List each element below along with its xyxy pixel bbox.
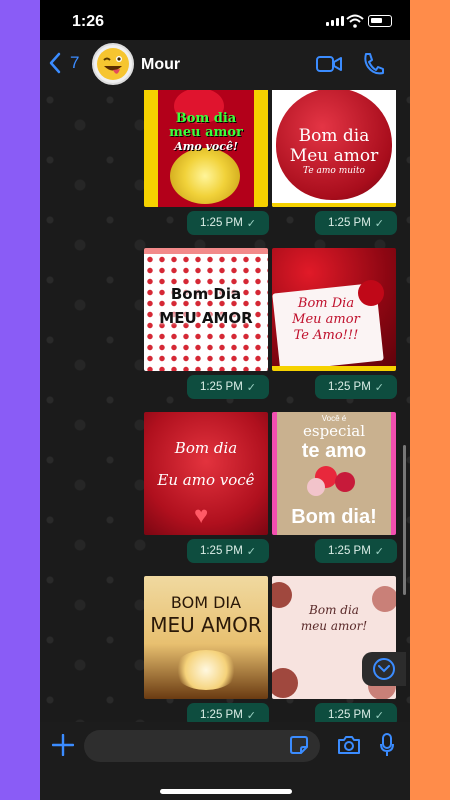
- image-caption: Bom Dia MEU AMOR: [144, 282, 268, 330]
- caption-line: MEU AMOR: [159, 309, 253, 327]
- message-timestamp: 1:25 PM ✓: [315, 375, 397, 399]
- delivered-check-icon: ✓: [374, 217, 385, 230]
- time-text: 1:25 PM: [199, 381, 243, 393]
- caption-line: BOM DIA: [170, 593, 242, 612]
- chat-header: 7 Mour: [40, 40, 410, 90]
- caption-line: Te Amo!!!: [293, 328, 359, 343]
- caption-line: Amo você!: [174, 140, 238, 153]
- camera-icon[interactable]: [337, 735, 361, 755]
- caption-line: te amo: [301, 440, 367, 462]
- caption-line: meu amor: [169, 125, 243, 140]
- unread-count: 7: [70, 53, 80, 72]
- heart-icon: ♥: [194, 502, 209, 529]
- hands-heart-image: [174, 650, 238, 690]
- message-timestamp: 1:25 PM ✓: [187, 703, 269, 722]
- status-bar: 1:26: [40, 0, 410, 40]
- balloon-image: [335, 472, 355, 492]
- image-message[interactable]: Bom Dia MEU AMOR: [144, 248, 268, 371]
- image-caption: Bom Dia Meu amor Te Amo!!!: [272, 296, 388, 344]
- image-caption: Bom dia meu amor Amo você!: [144, 112, 268, 154]
- message-row: Bom dia Eu amo você ♥ 1:25 PM ✓ Você é es…: [144, 412, 397, 576]
- contact-name[interactable]: Mour: [141, 56, 180, 74]
- caption-line: Bom Dia: [297, 296, 355, 311]
- caption-line: MEU AMOR: [150, 613, 262, 637]
- image-message[interactable]: Bom Dia Meu amor Te Amo!!!: [272, 248, 396, 371]
- flower-image: [272, 668, 298, 698]
- time-text: 1:25 PM: [199, 217, 243, 229]
- avatar[interactable]: [92, 43, 134, 85]
- bottom-border: [272, 366, 396, 371]
- caption-line: Meu amor: [289, 146, 379, 166]
- message-timestamp: 1:25 PM ✓: [187, 539, 269, 563]
- time-text: 1:25 PM: [327, 709, 371, 721]
- sticker-icon[interactable]: [290, 736, 308, 754]
- scroll-down-icon: [373, 658, 395, 680]
- input-bar: [40, 722, 410, 800]
- time-text: 1:25 PM: [199, 709, 243, 721]
- image-message[interactable]: BOM DIA MEU AMOR: [144, 576, 268, 699]
- cellular-signal-icon: [326, 16, 344, 26]
- delivered-check-icon: ✓: [374, 545, 385, 558]
- caption-line: Meu amor: [292, 312, 360, 327]
- image-caption: Bom dia Eu amo você: [144, 432, 268, 496]
- message-grid: Bom dia meu amor Amo você! 1:25 PM ✓ Bom …: [144, 90, 397, 722]
- phone-screen: 1:26 7 Mour Bom dia meu amor Amo você! 1…: [40, 0, 410, 800]
- balloon-image: [307, 478, 325, 496]
- delivered-check-icon: ✓: [246, 217, 257, 230]
- time-text: 1:25 PM: [327, 545, 371, 557]
- delivered-check-icon: ✓: [246, 381, 257, 394]
- bottom-border: [272, 203, 396, 207]
- image-message[interactable]: Bom dia meu amor Amo você!: [144, 90, 268, 207]
- message-timestamp: 1:25 PM ✓: [315, 211, 397, 235]
- message-input[interactable]: [84, 730, 320, 762]
- image-caption: Bom dia meu amor!: [272, 602, 396, 634]
- image-message[interactable]: Você é especial te amo Bom dia!: [272, 412, 396, 535]
- plus-icon[interactable]: [52, 734, 74, 756]
- status-time: 1:26: [72, 13, 105, 30]
- time-text: 1:25 PM: [327, 381, 371, 393]
- message-timestamp: 1:25 PM ✓: [315, 703, 397, 722]
- scroll-down-button[interactable]: [362, 652, 406, 686]
- winking-face-icon: [97, 48, 129, 80]
- caption-line: Bom dia: [174, 439, 238, 457]
- back-chevron-icon: [49, 52, 61, 74]
- battery-icon: [368, 15, 392, 27]
- delivered-check-icon: ✓: [374, 381, 385, 394]
- delivered-check-icon: ✓: [246, 545, 257, 558]
- caption-line: Te amo muito: [303, 166, 365, 176]
- chat-area[interactable]: Bom dia meu amor Amo você! 1:25 PM ✓ Bom …: [40, 90, 410, 722]
- caption-line: Eu amo você: [157, 471, 255, 489]
- caption-line: especial: [303, 422, 365, 440]
- caption-line: Bom Dia: [170, 285, 242, 303]
- message-timestamp: 1:25 PM ✓: [315, 539, 397, 563]
- image-caption: BOM DIA MEU AMOR: [144, 592, 268, 636]
- home-indicator[interactable]: [160, 789, 292, 794]
- message-row: Bom Dia MEU AMOR 1:25 PM ✓ Bom Dia Meu am…: [144, 248, 397, 412]
- delivered-check-icon: ✓: [246, 709, 257, 722]
- caption-line: meu amor!: [300, 619, 368, 633]
- video-call-icon[interactable]: [316, 53, 342, 75]
- delivered-check-icon: ✓: [374, 709, 385, 722]
- caption-line: Bom dia: [309, 603, 359, 617]
- microphone-icon[interactable]: [380, 733, 394, 757]
- back-button[interactable]: 7: [48, 52, 79, 74]
- message-row: Bom dia meu amor Amo você! 1:25 PM ✓ Bom …: [144, 90, 397, 248]
- rose-image: [170, 148, 240, 204]
- image-message[interactable]: Bom dia Meu amor Te amo muito: [272, 90, 396, 207]
- message-row: BOM DIA MEU AMOR 1:25 PM ✓ Bom dia meu am…: [144, 576, 397, 722]
- caption-line: Bom dia: [175, 111, 237, 126]
- caption-line: Bom dia: [298, 126, 370, 146]
- wifi-icon: [346, 14, 364, 28]
- caption-line: Bom dia!: [291, 506, 377, 528]
- time-text: 1:25 PM: [327, 217, 371, 229]
- message-timestamp: 1:25 PM ✓: [187, 375, 269, 399]
- phone-call-icon[interactable]: [362, 52, 384, 76]
- time-text: 1:25 PM: [199, 545, 243, 557]
- image-message[interactable]: Bom dia Eu amo você ♥: [144, 412, 268, 535]
- image-caption: Bom dia Meu amor Te amo muito: [272, 126, 396, 176]
- scrollbar[interactable]: [403, 445, 406, 595]
- message-timestamp: 1:25 PM ✓: [187, 211, 269, 235]
